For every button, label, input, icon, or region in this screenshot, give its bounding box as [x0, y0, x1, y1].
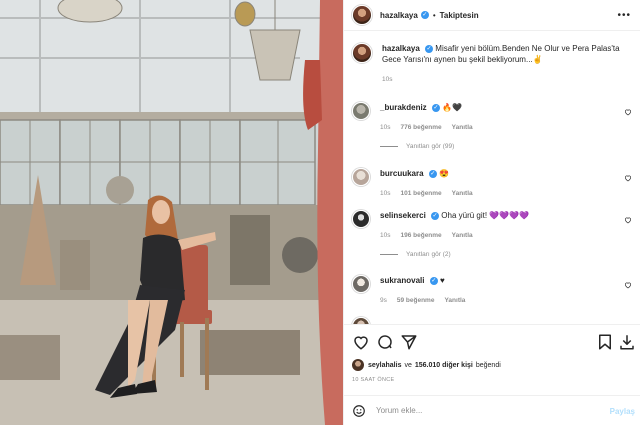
comment-text: ♥ [439, 276, 445, 285]
save-icon[interactable] [618, 333, 636, 351]
liker-avatar[interactable] [352, 359, 364, 371]
reply-button[interactable]: Yanıtla [452, 124, 473, 131]
caption-meta: 10s [382, 76, 622, 83]
photo-illustration [0, 0, 343, 425]
comment-time[interactable]: 10s [380, 190, 390, 197]
verified-icon: ✓ [425, 44, 434, 53]
comment-meta: 10s 776 beğenme Yanıtla [380, 124, 620, 131]
comment-likes[interactable]: 101 beğenme [400, 190, 441, 197]
bookmark-icon[interactable] [596, 333, 614, 351]
view-replies-button[interactable]: Yanıtları gör (99) [380, 143, 620, 150]
commenter-username[interactable]: selinsekerci [380, 211, 426, 220]
author-username[interactable]: hazalkaya [380, 11, 418, 20]
caption-time[interactable]: 10s [382, 76, 392, 83]
comment-item: selinsekerci ✓ Oha yürü git! 💜💜💜💜 10s 19… [352, 210, 634, 258]
likes-connector: ve [404, 361, 412, 369]
caption-text-line: hazalkaya ✓ Misafir yeni bölüm.Benden Ne… [382, 43, 622, 65]
comment-likes[interactable]: 776 beğenme [400, 124, 441, 131]
commenter-avatar[interactable] [352, 275, 370, 293]
view-replies-button[interactable]: Yanıtları gör (2) [380, 251, 620, 258]
liker-username[interactable]: seylahalis [368, 362, 401, 369]
comment-item: _burakdeniz ✓ 🔥🖤 10s 776 beğenme Yanıtla… [352, 102, 634, 150]
likes-suffix: beğendi [475, 361, 501, 369]
comment-text: 😍 [439, 169, 450, 178]
like-comment-heart-icon[interactable] [624, 281, 632, 289]
verified-icon: ✓ [428, 169, 437, 178]
action-bar [344, 324, 640, 359]
author-avatar[interactable] [352, 5, 372, 25]
replies-divider [380, 254, 398, 255]
commenter-username[interactable]: _burakdeniz [380, 103, 427, 112]
verified-icon: ✓ [429, 276, 438, 285]
comment-input[interactable] [376, 406, 596, 415]
verified-icon: ✓ [431, 103, 440, 112]
caption: hazalkaya ✓ Misafir yeni bölüm.Benden Ne… [352, 43, 634, 83]
post-photo[interactable] [0, 0, 343, 425]
view-replies-label: Yanıtları gör (2) [406, 251, 451, 258]
like-comment-heart-icon[interactable] [624, 108, 632, 116]
comment-meta: 10s 196 beğenme Yanıtla [380, 232, 620, 239]
commenter-avatar[interactable] [352, 210, 370, 228]
add-comment-bar: Paylaş [344, 395, 640, 425]
comment-text: 🔥🖤 [442, 103, 463, 112]
comment-time[interactable]: 10s [380, 124, 390, 131]
caption-avatar[interactable] [352, 43, 372, 63]
post-side-panel: hazalkaya ✓ • Takiptesin ••• hazalkaya ✓… [343, 0, 640, 425]
like-comment-heart-icon[interactable] [624, 216, 632, 224]
caption-username[interactable]: hazalkaya [382, 44, 420, 53]
comment-meta: 9s 59 beğenme Yanıtla [380, 297, 620, 304]
comments-list[interactable]: hazalkaya ✓ Misafir yeni bölüm.Benden Ne… [344, 32, 640, 324]
replies-divider [380, 146, 398, 147]
commenter-username[interactable]: sukranovali [380, 276, 424, 285]
comment-meta: 10s 101 beğenme Yanıtla [380, 190, 620, 197]
commenter-avatar[interactable] [352, 102, 370, 120]
share-icon[interactable] [400, 333, 418, 351]
emoji-icon[interactable] [352, 404, 366, 418]
commenter-avatar[interactable] [352, 168, 370, 186]
commenter-username[interactable]: burcuukara [380, 169, 424, 178]
post-timestamp[interactable]: 10 SAAT ÖNCE [352, 377, 395, 383]
comment-likes[interactable]: 196 beğenme [400, 232, 441, 239]
reply-button[interactable]: Yanıtla [452, 190, 473, 197]
like-comment-heart-icon[interactable] [624, 174, 632, 182]
comment-time[interactable]: 9s [380, 297, 387, 304]
verified-icon: ✓ [431, 211, 440, 220]
header-separator: • [432, 10, 436, 20]
comment-time[interactable]: 10s [380, 232, 390, 239]
likes-summary[interactable]: seylahalis ve 156.010 diğer kişi beğendi [352, 359, 501, 371]
comment-item-partial [352, 317, 634, 324]
commenter-avatar[interactable] [352, 317, 370, 324]
post-comment-button[interactable]: Paylaş [610, 407, 635, 416]
comment-text: Oha yürü git! 💜💜💜💜 [441, 211, 530, 220]
comment-item: sukranovali ✓ ♥ 9s 59 beğenme Yanıtla [352, 275, 634, 304]
instagram-post: hazalkaya ✓ • Takiptesin ••• hazalkaya ✓… [0, 0, 640, 425]
view-replies-label: Yanıtları gör (99) [406, 143, 455, 150]
reply-button[interactable]: Yanıtla [452, 232, 473, 239]
comment-item: burcuukara ✓ 😍 10s 101 beğenme Yanıtla [352, 168, 634, 197]
following-button[interactable]: Takiptesin [440, 11, 479, 20]
comment-icon[interactable] [376, 333, 394, 351]
more-icon[interactable]: ••• [617, 10, 631, 21]
reply-button[interactable]: Yanıtla [444, 297, 465, 304]
verified-icon: ✓ [420, 11, 429, 19]
post-header: hazalkaya ✓ • Takiptesin ••• [344, 0, 640, 31]
likes-count[interactable]: 156.010 diğer kişi [415, 362, 473, 369]
heart-icon[interactable] [352, 333, 370, 351]
comment-likes[interactable]: 59 beğenme [397, 297, 435, 304]
